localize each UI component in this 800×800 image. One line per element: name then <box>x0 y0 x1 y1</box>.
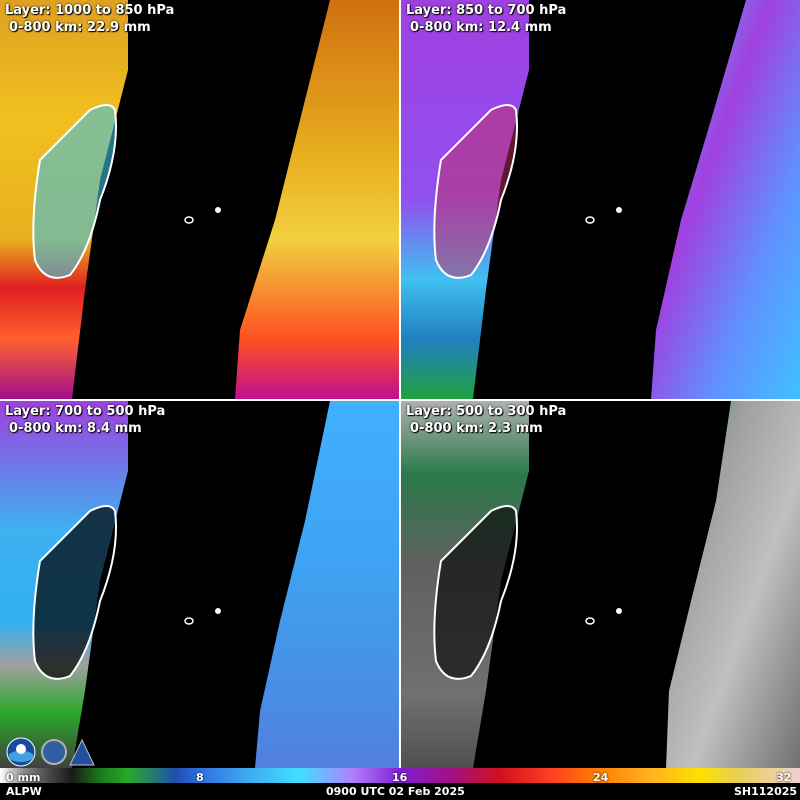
panel-1000-850-image <box>0 0 399 399</box>
panel-500-300-value: 0-800 km: 2.3 mm <box>410 421 543 436</box>
cira-logo-icon <box>41 738 95 766</box>
horizontal-divider <box>0 399 800 401</box>
panel-850-700: Layer: 850 to 700 hPa 0-800 km: 12.4 mm <box>401 0 800 399</box>
panel-700-500-label: Layer: 700 to 500 hPa 0-800 km: 8.4 mm <box>5 403 165 437</box>
panel-850-700-layer: Layer: 850 to 700 hPa <box>406 3 567 18</box>
product-name: ALPW <box>6 785 42 798</box>
panel-500-300-image <box>401 401 800 768</box>
panel-700-500-value: 0-800 km: 8.4 mm <box>9 421 142 436</box>
panel-1000-850-label: Layer: 1000 to 850 hPa 0-800 km: 22.9 mm <box>5 2 174 36</box>
noaa-logo-icon <box>6 737 36 767</box>
panel-850-700-image <box>401 0 800 399</box>
panel-1000-850-layer: Layer: 1000 to 850 hPa <box>5 3 175 18</box>
panel-850-700-value: 0-800 km: 12.4 mm <box>410 20 552 35</box>
panel-1000-850-value: 0-800 km: 22.9 mm <box>9 20 151 35</box>
panel-700-500-image <box>0 401 399 768</box>
panel-500-300: Layer: 500 to 300 hPa 0-800 km: 2.3 mm <box>401 401 800 800</box>
valid-time: 0900 UTC 02 Feb 2025 <box>326 785 465 798</box>
alpw-figure: Layer: 1000 to 850 hPa 0-800 km: 22.9 mm <box>0 0 800 800</box>
storm-id: SH112025 <box>734 785 798 798</box>
footer: ALPW 0900 UTC 02 Feb 2025 SH112025 <box>0 783 800 800</box>
panel-500-300-label: Layer: 500 to 300 hPa 0-800 km: 2.3 mm <box>406 403 566 437</box>
panel-500-300-layer: Layer: 500 to 300 hPa <box>406 404 567 419</box>
agency-logos <box>6 737 95 767</box>
panel-700-500-layer: Layer: 700 to 500 hPa <box>5 404 166 419</box>
panel-850-700-label: Layer: 850 to 700 hPa 0-800 km: 12.4 mm <box>406 2 566 36</box>
vertical-divider <box>399 0 401 768</box>
panel-1000-850: Layer: 1000 to 850 hPa 0-800 km: 22.9 mm <box>0 0 399 399</box>
